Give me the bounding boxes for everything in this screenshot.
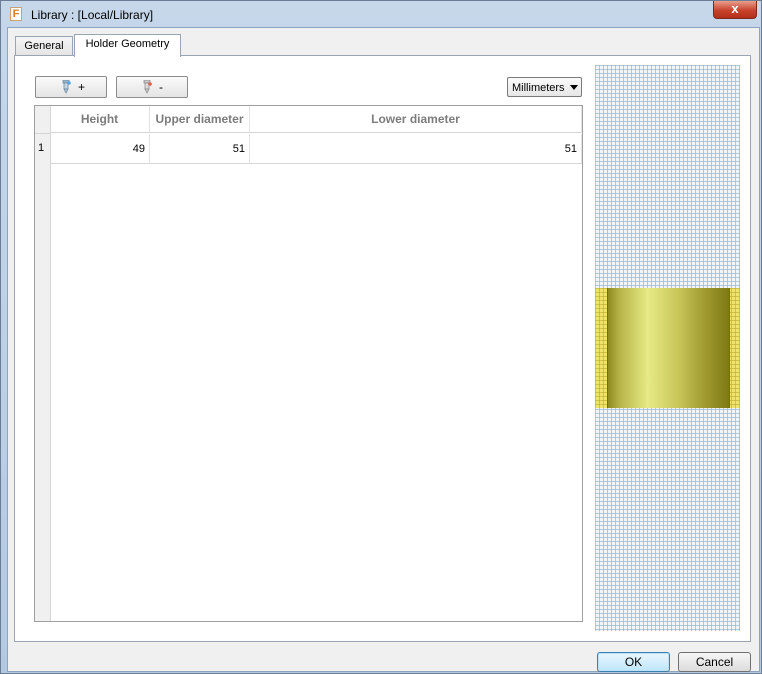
holder-shape bbox=[607, 288, 730, 408]
chevron-down-icon bbox=[570, 85, 578, 90]
tab-general[interactable]: General bbox=[15, 36, 73, 57]
remove-holder-segment-icon bbox=[143, 80, 152, 94]
add-row-button[interactable]: + bbox=[35, 76, 107, 98]
cell-lower-diameter[interactable]: 51 bbox=[250, 134, 582, 164]
holder-geometry-table: Height Upper diameter Lower diameter 1 4… bbox=[34, 105, 583, 622]
column-header-upper-diameter[interactable]: Upper diameter bbox=[150, 106, 250, 133]
title-bar[interactable]: F Library : [Local/Library] x bbox=[1, 1, 761, 28]
holder-preview bbox=[595, 65, 740, 631]
remove-row-label: - bbox=[159, 80, 163, 94]
window-title: Library : [Local/Library] bbox=[31, 8, 154, 22]
column-header-lower-diameter[interactable]: Lower diameter bbox=[250, 106, 582, 133]
cell-height[interactable]: 49 bbox=[50, 134, 150, 164]
tab-holder-geometry[interactable]: Holder Geometry bbox=[74, 34, 181, 57]
close-button[interactable]: x bbox=[713, 1, 757, 19]
column-header-height[interactable]: Height bbox=[50, 106, 150, 133]
units-select[interactable]: Millimeters bbox=[507, 77, 582, 97]
table-corner bbox=[35, 106, 51, 134]
cancel-button[interactable]: Cancel bbox=[678, 652, 751, 672]
remove-row-button[interactable]: - bbox=[116, 76, 188, 98]
row-header-column bbox=[35, 134, 51, 621]
app-logo-icon: F bbox=[10, 7, 22, 21]
cell-upper-diameter[interactable]: 51 bbox=[150, 134, 250, 164]
units-selected-value: Millimeters bbox=[512, 82, 565, 94]
add-row-label: + bbox=[78, 80, 86, 94]
holder-preview-band bbox=[595, 288, 740, 408]
ok-button[interactable]: OK bbox=[597, 652, 670, 672]
row-header[interactable]: 1 bbox=[35, 134, 50, 163]
add-holder-segment-icon bbox=[62, 80, 71, 94]
